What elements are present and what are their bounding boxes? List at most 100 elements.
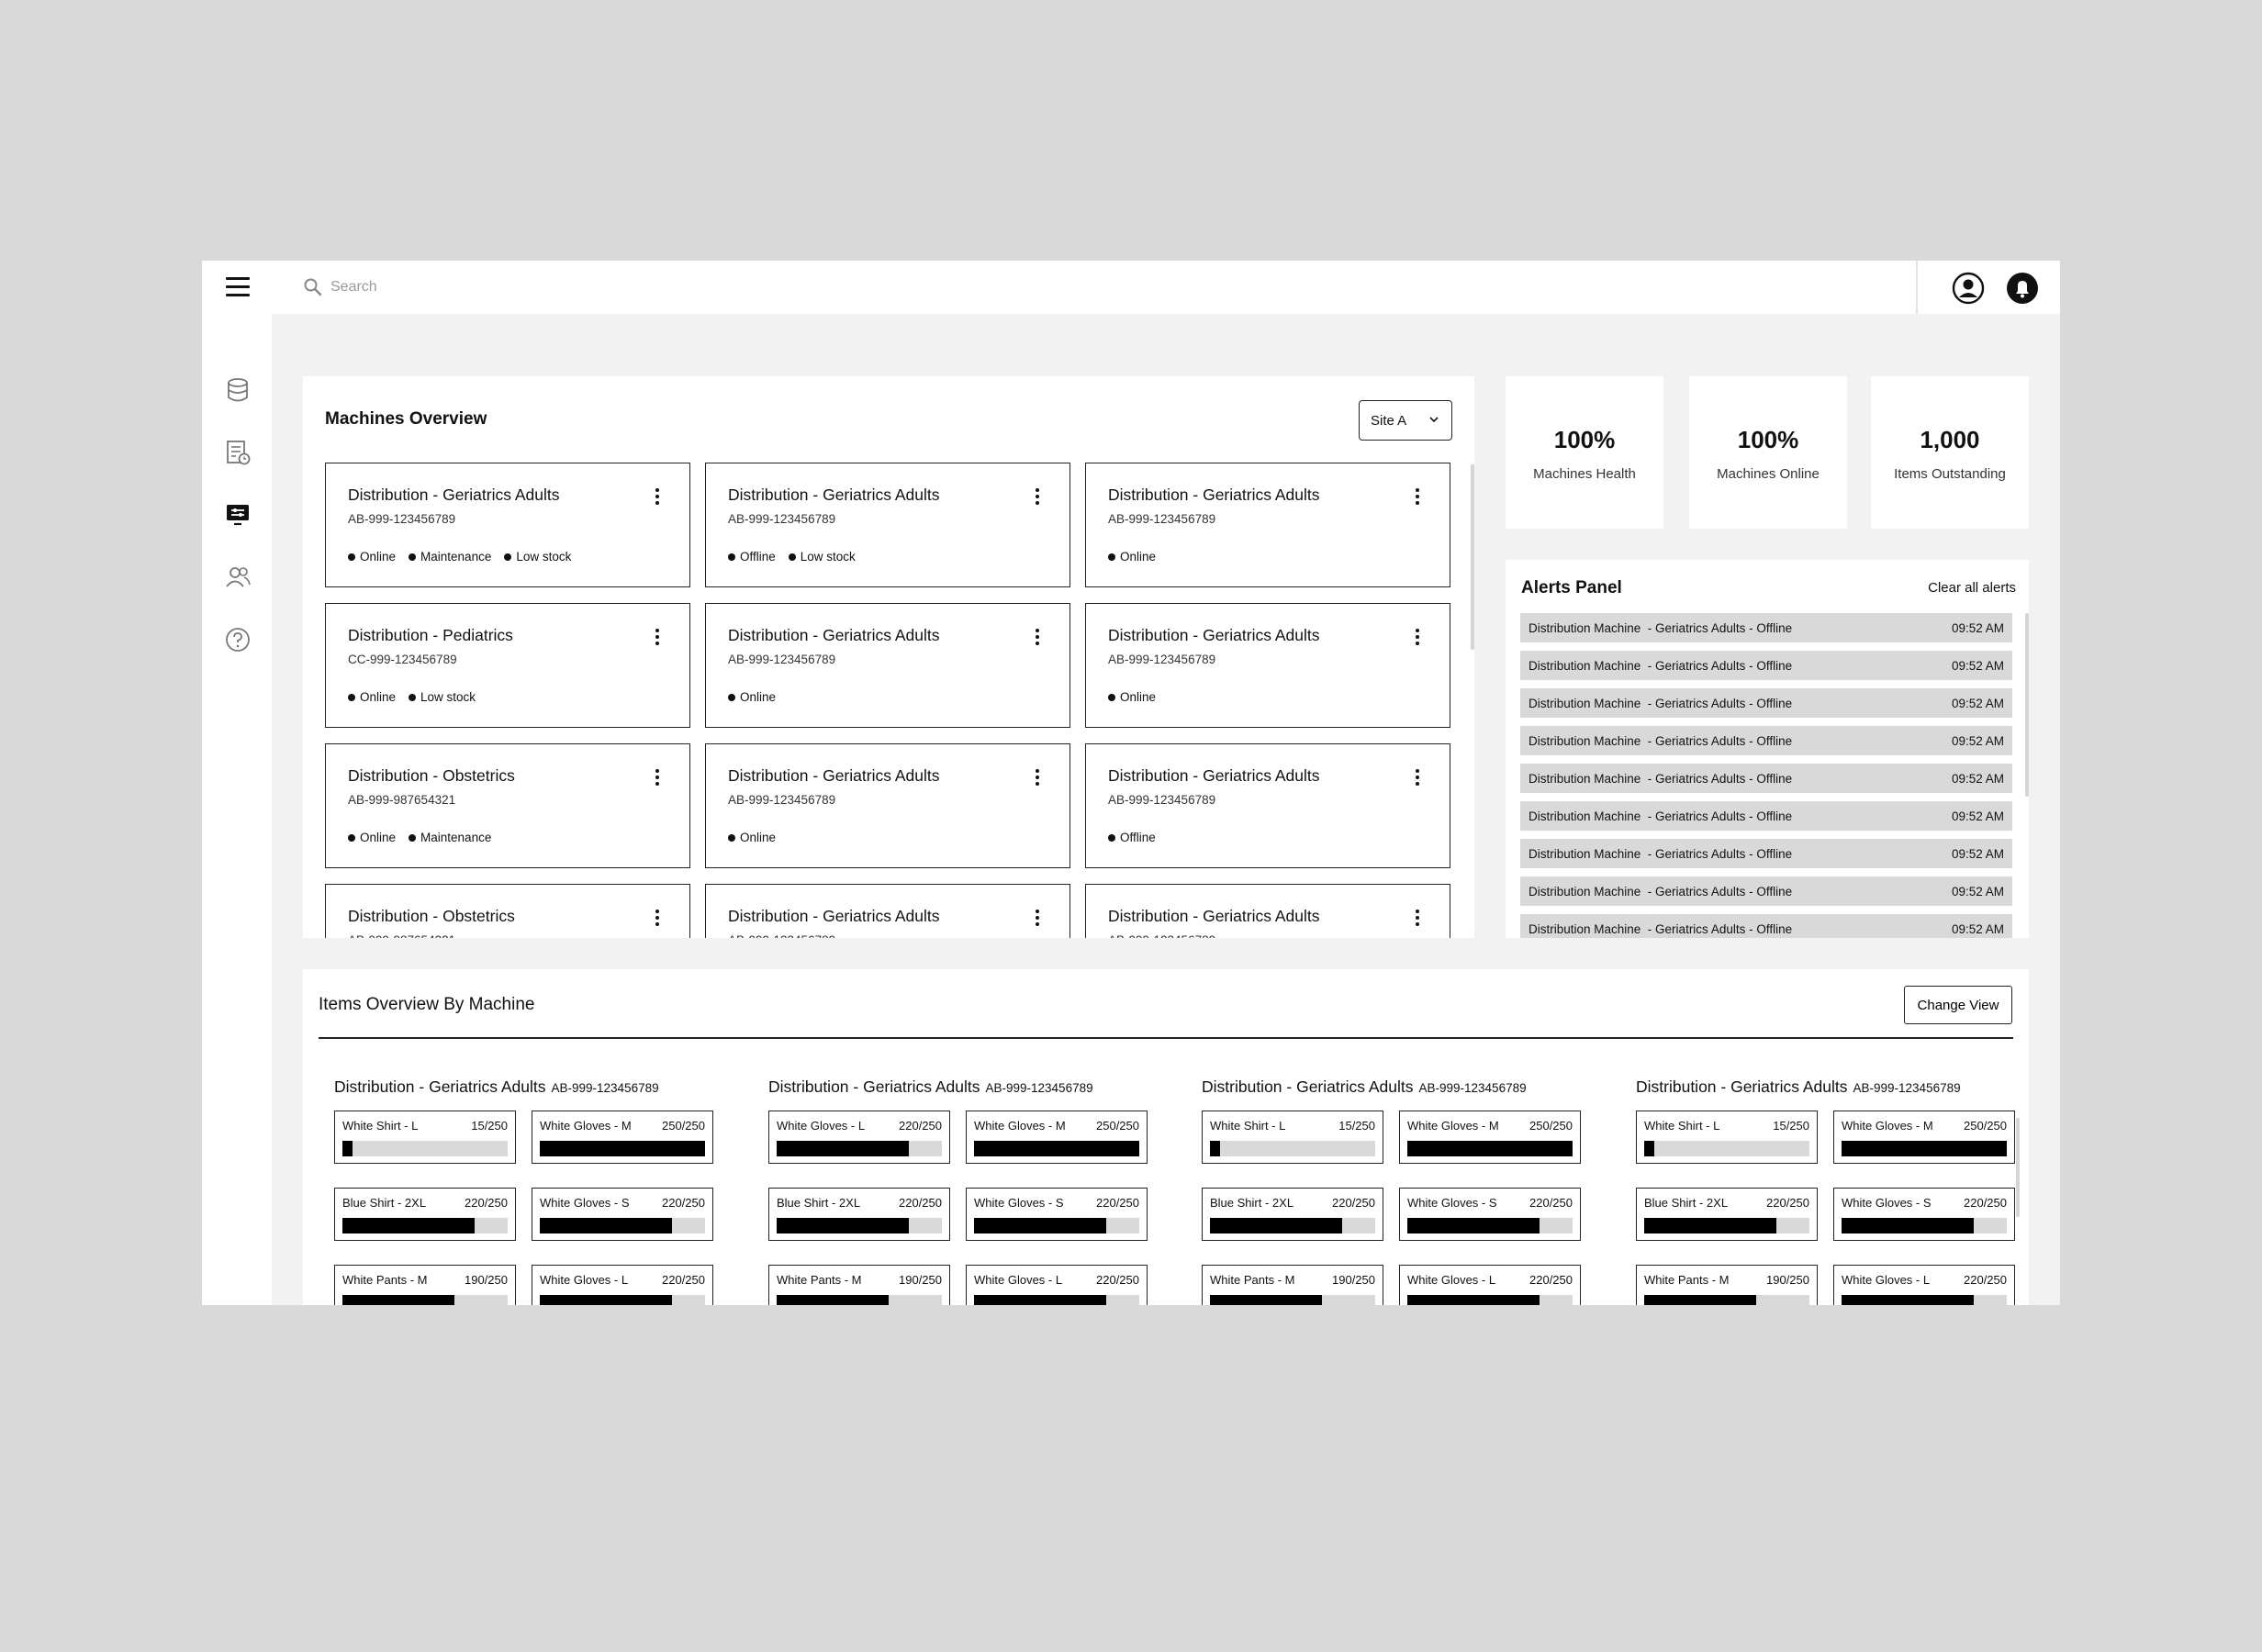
alert-message: Distribution Machine - Geriatrics Adults… [1529, 659, 1793, 673]
more-options-icon[interactable] [1413, 629, 1422, 647]
more-options-icon[interactable] [1413, 488, 1422, 507]
alert-row[interactable]: Distribution Machine - Geriatrics Adults… [1520, 801, 2012, 831]
more-options-icon[interactable] [653, 910, 662, 928]
alert-time: 09:52 AM [1951, 772, 2004, 786]
stat-label: Machines Online [1717, 466, 1820, 482]
status-badge: Low stock [409, 690, 476, 704]
machine-card[interactable]: Distribution - Geriatrics Adults AB-999-1… [1085, 884, 1450, 938]
item-stock-card[interactable]: White Gloves - S 220/250 [532, 1188, 713, 1241]
more-options-icon[interactable] [1033, 629, 1042, 647]
machine-card[interactable]: Distribution - Geriatrics Adults AB-999-1… [705, 743, 1070, 868]
item-stock-card[interactable]: White Shirt - L 15/250 [1636, 1111, 1818, 1164]
item-name: White Gloves - S [1407, 1196, 1497, 1210]
alert-row[interactable]: Distribution Machine - Geriatrics Adults… [1520, 651, 2012, 680]
database-icon[interactable] [224, 376, 252, 404]
alerts-scrollbar[interactable] [2025, 613, 2029, 797]
machine-card[interactable]: Distribution - Geriatrics Adults AB-999-1… [705, 884, 1070, 938]
alert-row[interactable]: Distribution Machine - Geriatrics Adults… [1520, 688, 2012, 718]
search-input[interactable] [330, 275, 789, 299]
item-stock-card[interactable]: Blue Shirt - 2XL 220/250 [1202, 1188, 1383, 1241]
monitor-settings-icon[interactable] [224, 501, 252, 529]
item-count: 220/250 [662, 1273, 705, 1287]
item-stock-card[interactable]: White Gloves - L 220/250 [532, 1265, 713, 1305]
more-options-icon[interactable] [1033, 488, 1042, 507]
status-badge: Online [1108, 550, 1156, 564]
machine-card[interactable]: Distribution - Geriatrics Adults AB-999-1… [1085, 743, 1450, 868]
machine-card[interactable]: Distribution - Obstetrics AB-999-98765432… [325, 743, 690, 868]
item-stock-card[interactable]: White Shirt - L 15/250 [1202, 1111, 1383, 1164]
stat-value: 100% [1553, 426, 1616, 453]
stock-progress-fill [777, 1141, 909, 1156]
status-badge: Online [348, 550, 396, 564]
machine-items-header: Distribution - Geriatrics Adults AB-999-1… [1636, 1077, 1961, 1097]
more-options-icon[interactable] [653, 488, 662, 507]
more-options-icon[interactable] [653, 769, 662, 787]
stat-value: 100% [1737, 426, 1799, 453]
alert-row[interactable]: Distribution Machine - Geriatrics Adults… [1520, 726, 2012, 755]
alert-row[interactable]: Distribution Machine - Geriatrics Adults… [1520, 613, 2012, 642]
machine-card[interactable]: Distribution - Obstetrics AB-999-98765432… [325, 884, 690, 938]
user-circle-icon[interactable] [1952, 272, 1985, 305]
item-count: 15/250 [1338, 1119, 1375, 1133]
stock-progress-track [1407, 1141, 1573, 1156]
item-stock-card[interactable]: White Gloves - S 220/250 [966, 1188, 1148, 1241]
item-stock-card[interactable]: White Gloves - M 250/250 [1399, 1111, 1581, 1164]
more-options-icon[interactable] [1413, 769, 1422, 787]
alert-message: Distribution Machine - Geriatrics Adults… [1529, 772, 1793, 786]
more-options-icon[interactable] [1033, 769, 1042, 787]
machine-card[interactable]: Distribution - Geriatrics Adults AB-999-1… [705, 603, 1070, 728]
machine-card[interactable]: Distribution - Pediatrics CC-999-12345678… [325, 603, 690, 728]
item-stock-card[interactable]: White Gloves - S 220/250 [1833, 1188, 2015, 1241]
item-stock-card[interactable]: White Gloves - L 220/250 [1833, 1265, 2015, 1305]
machine-card[interactable]: Distribution - Geriatrics Adults AB-999-1… [1085, 463, 1450, 587]
item-stock-card[interactable]: White Gloves - M 250/250 [966, 1111, 1148, 1164]
stock-progress-track [974, 1141, 1139, 1156]
status-dot-icon [1108, 553, 1115, 561]
machine-id: AB-999-987654321 [348, 793, 456, 807]
item-stock-card[interactable]: White Gloves - S 220/250 [1399, 1188, 1581, 1241]
alert-row[interactable]: Distribution Machine - Geriatrics Adults… [1520, 839, 2012, 868]
item-stock-card[interactable]: White Gloves - L 220/250 [1399, 1265, 1581, 1305]
item-stock-card[interactable]: White Gloves - M 250/250 [532, 1111, 713, 1164]
help-icon[interactable] [224, 626, 252, 653]
item-stock-card[interactable]: White Pants - M 190/250 [1202, 1265, 1383, 1305]
status-badge: Online [348, 831, 396, 844]
item-stock-card[interactable]: White Pants - M 190/250 [768, 1265, 950, 1305]
stock-progress-track [777, 1295, 942, 1305]
item-stock-card[interactable]: Blue Shirt - 2XL 220/250 [334, 1188, 516, 1241]
more-options-icon[interactable] [1413, 910, 1422, 928]
item-stock-card[interactable]: Blue Shirt - 2XL 220/250 [1636, 1188, 1818, 1241]
stat-items-outstanding: 1,000 Items Outstanding [1871, 376, 2029, 529]
users-icon[interactable] [224, 564, 252, 591]
machine-card[interactable]: Distribution - Geriatrics Adults AB-999-1… [705, 463, 1070, 587]
item-stock-card[interactable]: White Pants - M 190/250 [1636, 1265, 1818, 1305]
more-options-icon[interactable] [653, 629, 662, 647]
item-stock-card[interactable]: White Shirt - L 15/250 [334, 1111, 516, 1164]
alert-row[interactable]: Distribution Machine - Geriatrics Adults… [1520, 764, 2012, 793]
bell-icon[interactable] [2006, 272, 2039, 305]
change-view-button[interactable]: Change View [1904, 986, 2012, 1024]
alert-row[interactable]: Distribution Machine - Geriatrics Adults… [1520, 876, 2012, 906]
item-stock-card[interactable]: White Gloves - L 220/250 [966, 1265, 1148, 1305]
more-options-icon[interactable] [1033, 910, 1042, 928]
stock-progress-fill [540, 1295, 672, 1305]
alert-row[interactable]: Distribution Machine - Geriatrics Adults… [1520, 914, 2012, 938]
item-stock-card[interactable]: White Gloves - M 250/250 [1833, 1111, 2015, 1164]
hamburger-menu-icon[interactable] [226, 277, 250, 297]
item-stock-card[interactable]: White Pants - M 190/250 [334, 1265, 516, 1305]
machines-scrollbar[interactable] [1471, 464, 1474, 650]
clear-all-alerts-button[interactable]: Clear all alerts [1928, 580, 2016, 596]
machine-id: AB-999-123456789 [551, 1081, 659, 1095]
item-name: White Gloves - S [540, 1196, 630, 1210]
report-clock-icon[interactable] [224, 439, 252, 466]
item-stock-card[interactable]: White Gloves - L 220/250 [768, 1111, 950, 1164]
items-scrollbar[interactable] [2016, 1118, 2020, 1217]
item-stock-card[interactable]: Blue Shirt - 2XL 220/250 [768, 1188, 950, 1241]
site-select[interactable]: Site A [1359, 400, 1452, 441]
machine-card[interactable]: Distribution - Geriatrics Adults AB-999-1… [325, 463, 690, 587]
machine-card[interactable]: Distribution - Geriatrics Adults AB-999-1… [1085, 603, 1450, 728]
stock-progress-track [540, 1218, 705, 1233]
stat-label: Items Outstanding [1894, 466, 2006, 482]
machine-id: AB-999-123456789 [728, 512, 836, 526]
stock-progress-fill [1210, 1295, 1323, 1305]
